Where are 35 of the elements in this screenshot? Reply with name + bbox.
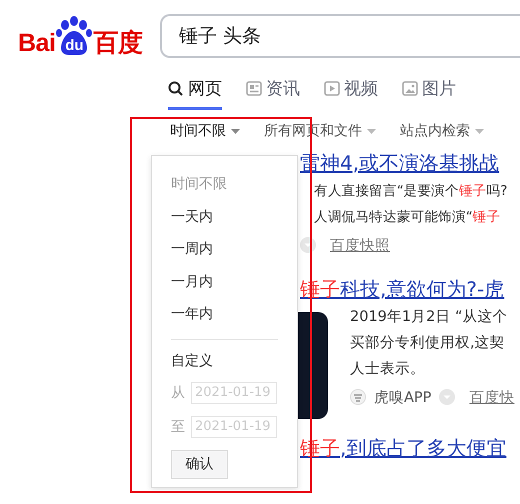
filter-dropdown[interactable]: 站点内检索	[400, 122, 484, 140]
picture-icon	[402, 80, 418, 96]
custom-label: 自定义	[171, 352, 214, 370]
search-icon	[168, 80, 184, 96]
source-name: 虎嗅APP	[374, 388, 432, 406]
paw-logo: du	[56, 16, 92, 56]
caret-icon	[231, 128, 240, 134]
chevron-down-icon[interactable]	[300, 237, 316, 253]
time-option[interactable]: 一年内	[171, 298, 278, 330]
result-snippet: 人士表示。	[350, 360, 426, 379]
date-label: 从	[171, 384, 185, 402]
result-snippet: 人调侃马特达蒙可能饰演“锤子	[314, 208, 502, 227]
play-icon	[324, 80, 340, 96]
search-field[interactable]: 锤子 头条	[160, 14, 520, 58]
caret-icon	[475, 128, 484, 134]
time-option[interactable]: 一天内	[171, 200, 278, 233]
newspaper-icon	[246, 80, 262, 96]
nav-tab[interactable]: 网页	[168, 70, 222, 110]
site-logo-icon	[350, 389, 366, 405]
logo-text: 百度	[93, 30, 142, 56]
filter-dropdown[interactable]: 时间不限	[170, 122, 240, 140]
time-option[interactable]: 一周内	[171, 233, 278, 266]
nav-tab[interactable]: 视频	[324, 70, 378, 110]
confirm-button[interactable]: 确认	[171, 450, 228, 478]
nav-tab[interactable]: 图片	[402, 70, 456, 110]
snapshot-link[interactable]: 百度快照	[330, 236, 390, 254]
result-snippet: 2019年1月2日 “从这个	[350, 308, 508, 327]
result-snippet: 有人直接留言“是要演个锤子吗?	[314, 182, 508, 201]
snapshot-link[interactable]: 百度快	[469, 388, 514, 406]
logo-text: Bai	[18, 30, 56, 56]
time-option[interactable]: 一月内	[171, 266, 278, 298]
result-snippet: 买部分专利使用权,这契	[350, 334, 506, 353]
nav-tab[interactable]: 资讯	[246, 70, 300, 110]
caret-icon	[367, 128, 376, 134]
date-label: 至	[171, 418, 185, 436]
